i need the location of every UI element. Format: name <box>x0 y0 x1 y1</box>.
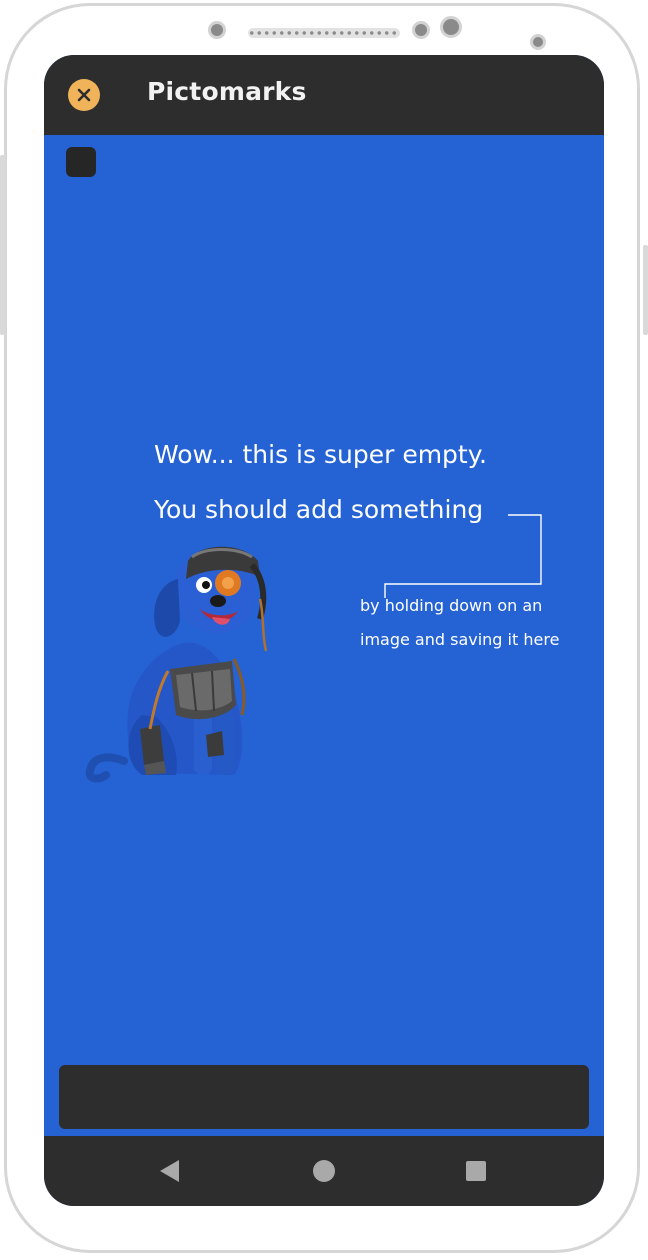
phone-side-button-left <box>0 155 5 335</box>
empty-state-hint: by holding down on an image and saving i… <box>360 596 560 649</box>
bottom-action-panel[interactable] <box>59 1065 589 1129</box>
hint-connector-line <box>384 514 542 598</box>
dog-mascot-illustration <box>85 546 268 783</box>
app-screen: Pictomarks Wow... this is super empty. Y… <box>44 55 604 1206</box>
front-camera-left <box>208 21 226 39</box>
front-camera-right <box>440 16 462 38</box>
system-navigation-bar <box>44 1136 604 1206</box>
triangle-back-icon <box>160 1160 179 1182</box>
nav-recents-button[interactable] <box>463 1158 489 1184</box>
phone-side-button-right <box>643 245 648 335</box>
nav-home-button[interactable] <box>311 1158 337 1184</box>
circle-home-icon <box>313 1160 335 1182</box>
square-recents-icon <box>466 1161 486 1181</box>
light-sensor <box>530 34 546 50</box>
nav-back-button[interactable] <box>157 1158 183 1184</box>
phone-speaker-grille <box>248 28 400 38</box>
proximity-sensor <box>412 21 430 39</box>
